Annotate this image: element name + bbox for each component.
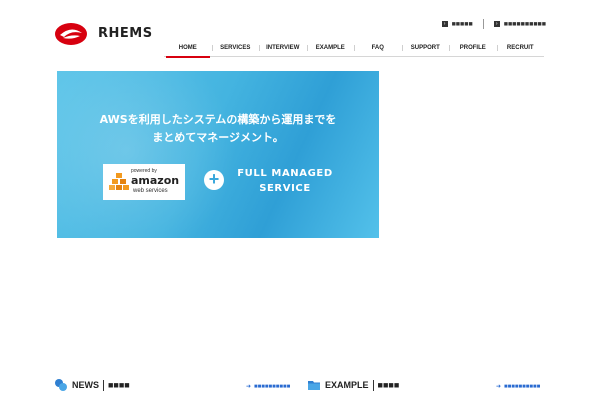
arrow-icon: › xyxy=(441,21,448,27)
example-more-label: ■■■■■■■■■■ xyxy=(504,383,541,390)
news-subtitle: ■■■■ xyxy=(108,380,130,390)
managed-line-1: FULL MANAGED xyxy=(237,168,333,179)
arrow-right-icon: ➜ xyxy=(246,384,252,390)
utility-link-2-label: ■■■■■■■■■■ xyxy=(503,20,546,28)
news-icon xyxy=(55,379,67,391)
divider xyxy=(482,19,484,29)
example-header: EXAMPLE ■■■■ xyxy=(307,378,399,392)
news-more-label: ■■■■■■■■■■ xyxy=(254,383,291,390)
news-title: NEWS xyxy=(72,380,99,390)
global-nav: HOME SERVICES INTERVIEW EXAMPLE FAQ SUPP… xyxy=(164,42,545,58)
hero-headline-2: まとめてマネージメント。 xyxy=(152,131,284,144)
nav-interview[interactable]: INTERVIEW xyxy=(259,42,307,56)
arrow-right-icon: ➜ xyxy=(496,384,502,390)
divider xyxy=(372,379,374,391)
plus-icon: + xyxy=(204,170,224,190)
nav-profile[interactable]: PROFILE xyxy=(449,42,497,56)
example-subtitle: ■■■■ xyxy=(377,380,400,390)
hero-banner[interactable]: AWSを利用したシステムの構築から運用までを まとめてマネージメント。 powe… xyxy=(57,71,379,238)
nav-support[interactable]: SUPPORT xyxy=(401,42,450,56)
news-more-link[interactable]: ➜ ■■■■■■■■■■ xyxy=(246,383,291,391)
utility-links: › ■■■■■ › ■■■■■■■■■■ xyxy=(441,19,546,29)
example-more-link[interactable]: ➜ ■■■■■■■■■■ xyxy=(496,383,541,391)
aws-logo: powered by amazon web services xyxy=(103,164,185,200)
utility-link-1-label: ■■■■■ xyxy=(451,20,473,28)
aws-name-text: amazon xyxy=(131,174,180,187)
logo-mark-icon xyxy=(55,23,87,45)
logo[interactable]: RHEMS xyxy=(54,22,153,46)
logo-text: RHEMS xyxy=(98,26,153,41)
divider xyxy=(103,379,104,391)
news-header: NEWS ■■■■ xyxy=(54,378,130,392)
nav-faq[interactable]: FAQ xyxy=(354,42,402,56)
utility-link-2[interactable]: › ■■■■■■■■■■ xyxy=(493,20,546,28)
nav-services[interactable]: SERVICES xyxy=(211,42,260,56)
managed-service-text: FULL MANAGED SERVICE xyxy=(235,166,335,196)
utility-link-1[interactable]: › ■■■■■ xyxy=(441,20,473,28)
nav-home[interactable]: HOME xyxy=(164,42,212,58)
arrow-icon: › xyxy=(493,21,500,27)
aws-cubes-icon xyxy=(109,173,129,190)
example-title: EXAMPLE xyxy=(325,380,369,390)
managed-line-2: SERVICE xyxy=(259,183,311,194)
folder-icon xyxy=(308,381,320,390)
aws-sub-text: web services xyxy=(133,188,168,194)
nav-example[interactable]: EXAMPLE xyxy=(306,42,355,56)
nav-recruit[interactable]: RECRUIT xyxy=(496,42,545,56)
hero-headline-1: AWSを利用したシステムの構築から運用までを xyxy=(99,113,337,126)
